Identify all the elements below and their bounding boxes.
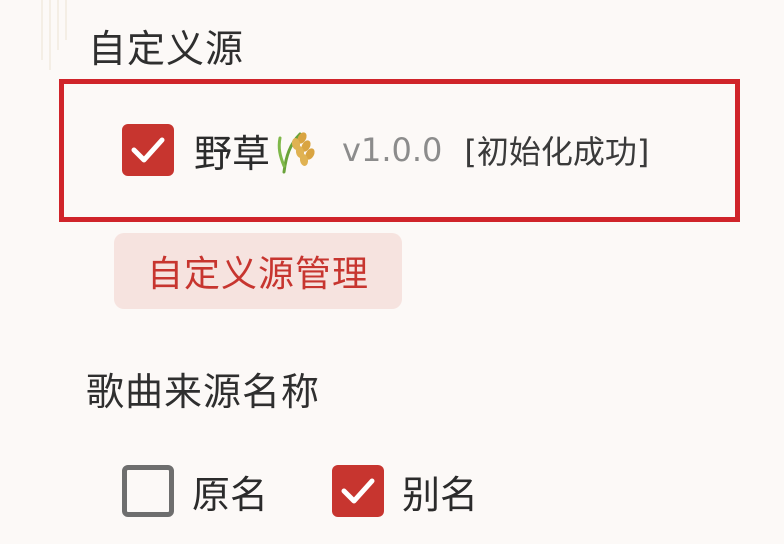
check-icon	[131, 137, 165, 163]
background-decoration	[41, 0, 67, 70]
option-label-alias: 别名	[402, 472, 479, 517]
wheat-icon	[277, 132, 315, 174]
source-item-yecao[interactable]: 野草 v1.0.0 [初始化成功]	[122, 124, 649, 176]
option-label-original: 原名	[192, 472, 269, 517]
source-version: v1.0.0	[342, 131, 443, 169]
option-original-name[interactable]: 原名	[122, 465, 268, 517]
settings-page: 自定义源 野草 v1.0.0 [初始化成功] 自定义源管理 歌曲来源名称 原名	[0, 0, 784, 544]
option-alias-name[interactable]: 别名	[332, 465, 478, 517]
song-source-name-title: 歌曲来源名称	[86, 370, 321, 414]
original-name-checkbox[interactable]	[122, 465, 174, 517]
source-checkbox[interactable]	[122, 124, 174, 176]
source-name: 野草	[194, 131, 271, 176]
custom-source-title: 自定义源	[88, 27, 245, 71]
source-status: [初始化成功]	[464, 133, 650, 171]
alias-name-checkbox[interactable]	[332, 465, 384, 517]
manage-custom-source-button[interactable]: 自定义源管理	[114, 233, 402, 309]
check-icon	[341, 478, 375, 504]
